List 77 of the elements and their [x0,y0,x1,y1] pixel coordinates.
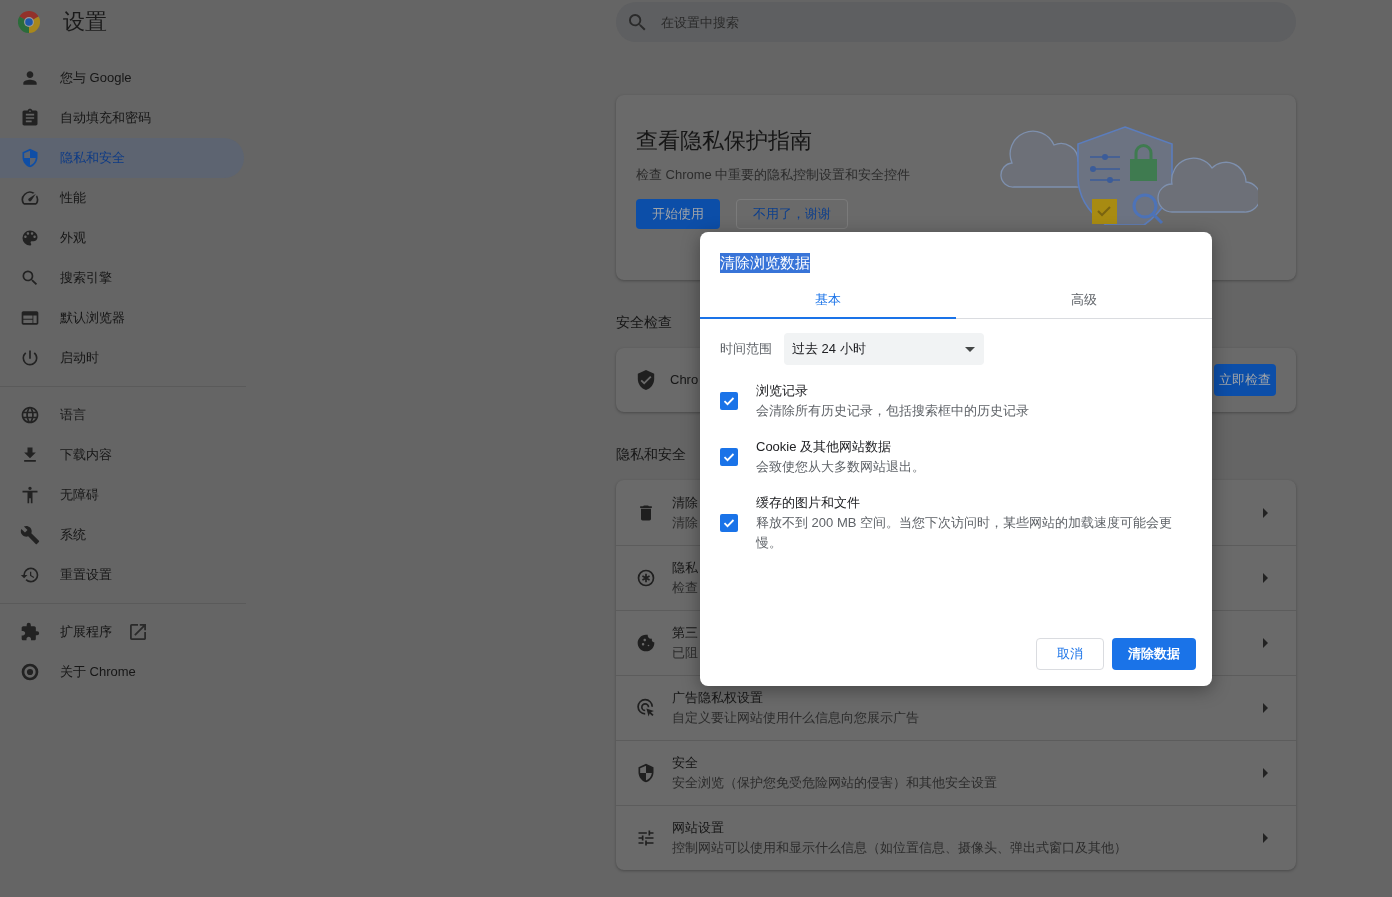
sidebar-item[interactable]: 语言 [0,395,244,435]
triangle-arrow-icon[interactable] [1263,768,1268,778]
triangle-arrow-icon[interactable] [1263,703,1268,713]
setting-title: 第三 [672,624,698,642]
puzzle-piece-icon [20,622,40,642]
page-title: 设置 [63,8,107,36]
caret-icon [965,346,975,352]
dialog-title: 清除浏览数据 [720,253,810,273]
checkbox[interactable] [720,392,738,410]
shield-check-icon [636,370,656,390]
setting-title: 安全 [672,754,698,772]
triangle-arrow-icon[interactable] [1263,573,1268,583]
browser-window-icon [20,308,40,328]
setting-title: 网站设置 [672,819,724,837]
option-description: 会清除所有历史记录，包括搜索框中的历史记录 [756,402,1029,420]
search-icon[interactable] [629,13,646,31]
time-range-label: 时间范围 [720,340,772,358]
sidebar-item[interactable]: 外观 [0,218,244,258]
triangle-arrow-icon[interactable] [1263,507,1268,518]
setting-description: 安全浏览（保护您免受危险网站的侵害）和其他安全设置 [672,774,997,792]
browser-logo-icon [18,11,40,33]
gauge-icon [20,188,40,208]
sidebar-item[interactable]: 默认浏览器 [0,298,244,338]
option-title: 缓存的图片和文件 [756,494,860,512]
cookie-icon [636,633,656,653]
setting-title: 清除 [672,493,698,512]
sidebar-item[interactable]: 搜索引擎 [0,258,244,298]
setting-description: 自定义要让网站使用什么信息向您展示广告 [672,709,919,727]
tab[interactable]: 高级 [956,283,1212,319]
option-title: Cookie 及其他网站数据 [756,438,892,456]
sidebar-item[interactable]: 关于 Chrome [0,652,244,692]
external-link-icon[interactable] [130,624,146,640]
sliders-icon [636,828,656,848]
history-icon [20,565,40,585]
sidebar-item[interactable]: 下载内容 [0,435,244,475]
palette-icon [20,228,40,248]
triangle-arrow-icon[interactable] [1263,638,1268,648]
sidebar-item[interactable]: 系统 [0,515,244,555]
checkbox[interactable] [720,514,738,532]
globe-icon [20,405,40,425]
sidebar-item[interactable]: 无障碍 [0,475,244,515]
sidebar-item[interactable]: 扩展程序 [0,612,244,652]
clipboard-icon [20,108,40,128]
sidebar-item[interactable]: 隐私和安全 [0,138,244,178]
sidebar-item[interactable]: 重置设置 [0,555,244,595]
privacy-guide-description: 检查 Chrome 中重要的隐私控制设置和安全控件 [636,166,911,184]
setting-description: 检查 [672,579,698,597]
clear-data-button[interactable]: 清除数据 [1112,638,1196,670]
shield-icon [636,763,656,783]
triangle-arrow-icon[interactable] [1263,833,1268,843]
power-icon [20,348,40,368]
sidebar-item[interactable]: 性能 [0,178,244,218]
safety-check-text: Chro [670,371,699,389]
search-icon [20,268,40,288]
dismiss-button[interactable]: 不用了，谢谢 [736,199,848,229]
privacy-guide-title: 查看隐私保护指南 [636,127,812,155]
cancel-button[interactable]: 取消 [1036,638,1104,670]
start-button[interactable]: 开始使用 [636,199,720,229]
check-now-button[interactable]: 立即检查 [1214,364,1276,396]
sidebar-item[interactable]: 启动时 [0,338,244,378]
section-heading: 隐私和安全 [616,445,686,464]
tab[interactable]: 基本 [700,283,956,319]
time-range-dropdown[interactable]: 过去 24 小时 [784,333,984,365]
sidebar-item[interactable]: 您与 Google [0,58,244,98]
setting-title: 广告隐私权设置 [672,689,763,707]
setting-title: 隐私 [672,559,698,577]
setting-description: 已阻 [672,644,698,662]
option-description: 会致使您从大多数网站退出。 [756,458,925,476]
accessibility-icon [20,485,40,505]
checkbox[interactable] [720,448,738,466]
section-heading: 安全检查 [616,313,672,332]
option-title: 浏览记录 [756,382,808,400]
option-description: 释放不到 200 MB 空间。当您下次访问时，某些网站的加载速度可能会更慢。 [756,514,1174,552]
wrench-icon [20,525,40,545]
target-cursor-icon [636,698,656,718]
sidebar-item[interactable]: 自动填充和密码 [0,98,244,138]
shield-icon [20,148,40,168]
